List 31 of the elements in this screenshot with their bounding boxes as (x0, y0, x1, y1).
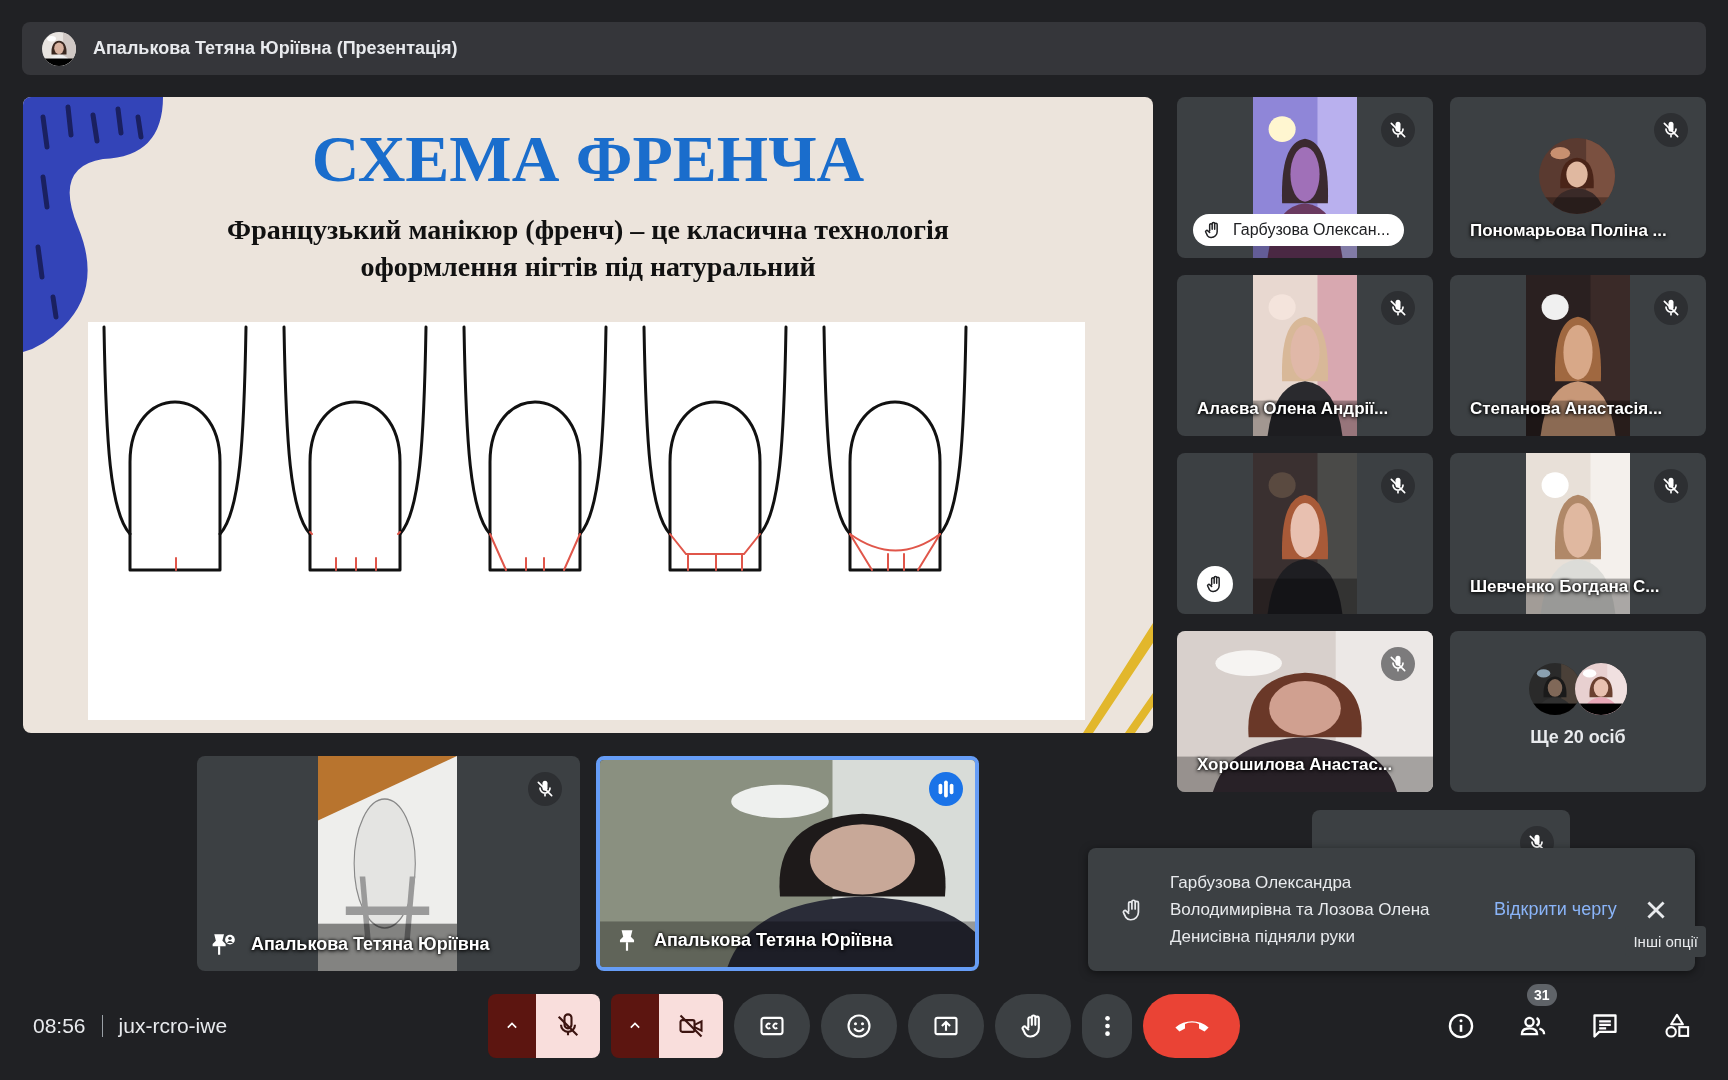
shapes-icon (1663, 1011, 1691, 1040)
participant-tile[interactable]: Шевченко Богдана С... (1450, 453, 1706, 614)
video-tile[interactable]: Апалькова Тетяна Юріївна (596, 756, 979, 971)
more-options-button[interactable] (1082, 993, 1132, 1058)
camera-button[interactable] (659, 993, 723, 1058)
participant-name: Степанова Анастасія... (1470, 399, 1664, 419)
participant-tile[interactable]: Ще 20 осіб (1450, 631, 1706, 792)
info-icon (1447, 1011, 1475, 1040)
clock-time: 08:56 (33, 1013, 86, 1038)
pin-person-icon[interactable] (211, 931, 237, 957)
participant-tile[interactable] (1177, 453, 1433, 614)
emoji-icon (845, 1011, 873, 1040)
raised-hand-name-badge: Гарбузова Олексан... (1193, 214, 1404, 246)
meeting-code: jux-rcro-iwe (118, 1013, 228, 1038)
phone-icon (1174, 1019, 1209, 1032)
presenter-title: Апалькова Тетяна Юріївна (Презентація) (93, 38, 458, 59)
chat-icon (1591, 1011, 1619, 1040)
slide-text: Французький манікюр (френч) – це класична технологія оформлення нігтів під натуральний (226, 213, 950, 284)
participant-name: Пономарьова Поліна ... (1470, 221, 1668, 241)
notification-text: Гарбузова Олександра Володимирівна та Лозова Олена Денисівна підняли руки (1170, 872, 1431, 948)
participant-tile[interactable]: Степанова Анастасія... (1450, 275, 1706, 436)
open-queue-link[interactable]: Відкрити чергу (1494, 899, 1617, 920)
participant-tile[interactable]: Гарбузова Олексан... (1177, 97, 1433, 258)
participant-name: Шевченко Богдана С... (1470, 577, 1661, 597)
slide-title: СХЕМА ФРЕНЧА (311, 121, 865, 197)
participant-name: Апалькова Тетяна Юріївна (654, 929, 893, 951)
participant-count-badge: 31 (1527, 983, 1557, 1006)
more-icon (1104, 1015, 1110, 1036)
participant-tile[interactable]: Пономарьова Поліна ... (1450, 97, 1706, 258)
microphone-button[interactable] (536, 993, 600, 1058)
more-participants-label: Ще 20 осіб (1529, 727, 1627, 748)
